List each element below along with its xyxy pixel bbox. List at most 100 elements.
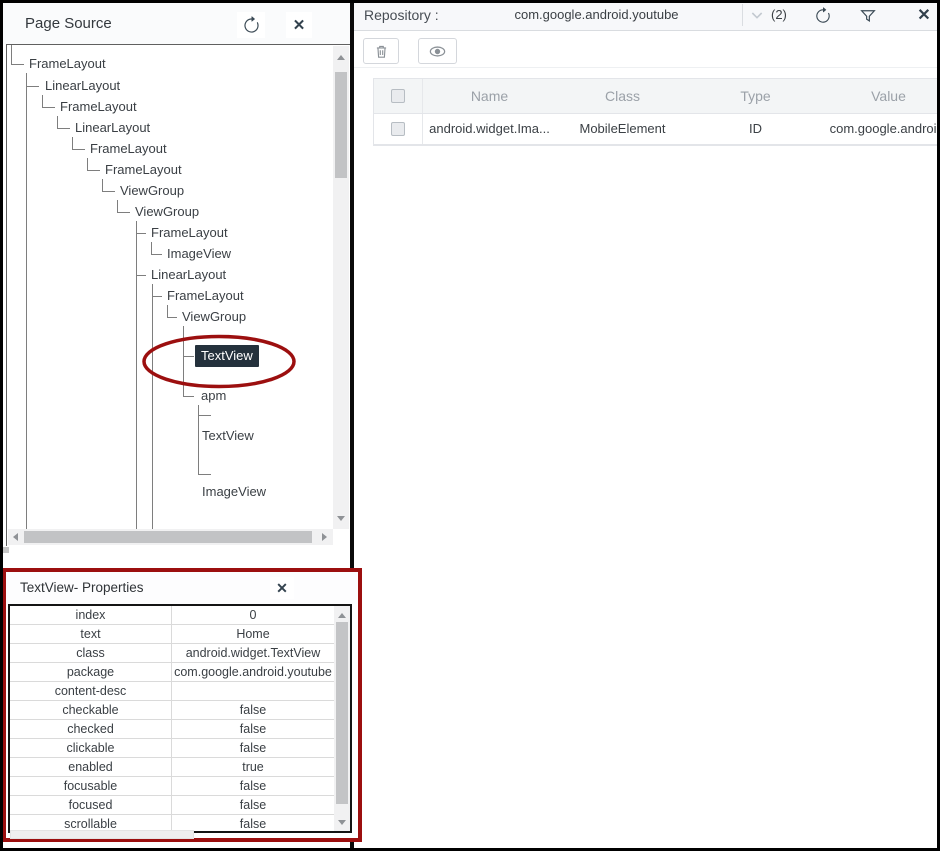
tree-vertical-scrollbar[interactable] (333, 46, 349, 529)
trash-icon (373, 43, 390, 60)
repository-label: Repository : (364, 0, 439, 30)
tree-node-apm[interactable]: apm (201, 386, 226, 406)
properties-header: TextView- Properties ✕ (6, 572, 358, 604)
cell-name: android.widget.Ima... (423, 114, 556, 144)
select-all-checkbox[interactable] (391, 89, 405, 103)
column-header-value: Value (822, 79, 940, 113)
tree-connector (57, 128, 70, 129)
tree-node-framelayout[interactable]: FrameLayout (29, 54, 106, 74)
scroll-up-icon[interactable] (337, 610, 347, 620)
tree-node-viewgroup[interactable]: ViewGroup (120, 181, 184, 201)
scrollbar-thumb[interactable] (336, 622, 348, 804)
tree-connector (72, 137, 73, 149)
tree-connector (136, 233, 146, 234)
tree-connector (11, 64, 24, 65)
annotation-ellipse (141, 334, 297, 389)
property-value (172, 682, 334, 700)
tree-connector (183, 396, 194, 397)
close-icon[interactable]: ✕ (911, 2, 937, 28)
tree-connector (151, 242, 152, 254)
property-value: false (172, 701, 334, 719)
cell-class: MobileElement (556, 114, 689, 144)
tree-node-textview[interactable]: TextView (202, 426, 254, 446)
page-source-header: Page Source ✕ (3, 3, 351, 44)
tree-node-imageview[interactable]: ImageView (167, 244, 231, 264)
scrollbar-thumb[interactable] (335, 72, 347, 178)
property-row[interactable]: checkedfalse (10, 720, 334, 739)
tree-connector (198, 415, 211, 416)
close-icon[interactable]: ✕ (270, 577, 294, 599)
property-row[interactable]: textHome (10, 625, 334, 644)
tree-connector (26, 86, 39, 87)
tree-node-framelayout[interactable]: FrameLayout (90, 139, 167, 159)
refresh-icon[interactable] (237, 12, 265, 38)
repository-table: Name Class Type Value android.widget.Ima… (373, 78, 940, 146)
filter-icon[interactable] (858, 6, 877, 25)
tree-connector (136, 275, 146, 276)
toolbar-divider (354, 67, 940, 68)
row-checkbox[interactable] (391, 122, 405, 136)
header-separator (742, 4, 743, 26)
property-value: false (172, 796, 334, 814)
tree-connector (167, 317, 177, 318)
scroll-right-icon[interactable] (319, 532, 329, 542)
property-name: focusable (10, 777, 172, 795)
tree-connector (42, 107, 55, 108)
property-value: Home (172, 625, 334, 643)
property-row[interactable]: packagecom.google.android.youtube (10, 663, 334, 682)
scroll-down-icon[interactable] (337, 817, 347, 827)
refresh-icon (242, 16, 261, 35)
property-value: false (172, 739, 334, 757)
property-row[interactable]: classandroid.widget.TextView (10, 644, 334, 663)
tree-node-viewgroup[interactable]: ViewGroup (135, 202, 199, 222)
tree-node-framelayout[interactable]: FrameLayout (167, 286, 244, 306)
chevron-down-icon[interactable] (749, 7, 765, 23)
tree-connector (152, 284, 153, 529)
property-name: class (10, 644, 172, 662)
tree-connector (57, 116, 58, 128)
tree-connector (117, 212, 130, 213)
property-row[interactable]: clickablefalse (10, 739, 334, 758)
tree-node-viewgroup[interactable]: ViewGroup (182, 307, 246, 327)
scroll-up-icon[interactable] (336, 52, 346, 62)
tree-node-framelayout[interactable]: FrameLayout (60, 97, 137, 117)
tree-connector (167, 305, 168, 317)
tree-node-linearlayout[interactable]: LinearLayout (45, 76, 120, 96)
property-row[interactable]: checkablefalse (10, 701, 334, 720)
tree-connector (26, 73, 27, 529)
tree-node-linearlayout[interactable]: LinearLayout (75, 118, 150, 138)
refresh-icon[interactable] (813, 6, 832, 25)
property-name: focused (10, 796, 172, 814)
tree-node-linearlayout[interactable]: LinearLayout (151, 265, 226, 285)
property-row[interactable]: focusedfalse (10, 796, 334, 815)
column-header-name: Name (423, 79, 556, 113)
tree-node-framelayout[interactable]: FrameLayout (105, 160, 182, 180)
cell-value: com.google.android. (822, 114, 940, 144)
repository-select[interactable]: com.google.android.youtube (464, 0, 729, 30)
column-header-type: Type (689, 79, 822, 113)
scroll-left-icon[interactable] (10, 532, 20, 542)
property-row[interactable]: index0 (10, 606, 334, 625)
property-row[interactable]: content-desc (10, 682, 334, 701)
close-icon[interactable]: ✕ (286, 12, 312, 38)
tree-node-imageview[interactable]: ImageView (202, 482, 266, 502)
table-row[interactable]: android.widget.Ima...MobileElementIDcom.… (374, 114, 940, 145)
property-name: clickable (10, 739, 172, 757)
property-row[interactable]: focusablefalse (10, 777, 334, 796)
scroll-down-icon[interactable] (336, 513, 346, 523)
tree-horizontal-scrollbar[interactable] (8, 529, 333, 545)
tree-connector (152, 296, 162, 297)
tree-connector (198, 474, 211, 475)
tree-node-framelayout[interactable]: FrameLayout (151, 223, 228, 243)
property-row[interactable]: enabledtrue (10, 758, 334, 777)
delete-button[interactable] (363, 38, 399, 64)
property-name: index (10, 606, 172, 624)
horizontal-scrollbar-remnant (10, 830, 194, 839)
properties-scrollbar[interactable] (334, 606, 350, 831)
preview-button[interactable] (418, 38, 457, 64)
tree-connector (42, 95, 43, 107)
table-header-row: Name Class Type Value (374, 79, 940, 114)
resize-grip (3, 547, 9, 553)
scrollbar-thumb[interactable] (24, 531, 312, 543)
property-name: content-desc (10, 682, 172, 700)
